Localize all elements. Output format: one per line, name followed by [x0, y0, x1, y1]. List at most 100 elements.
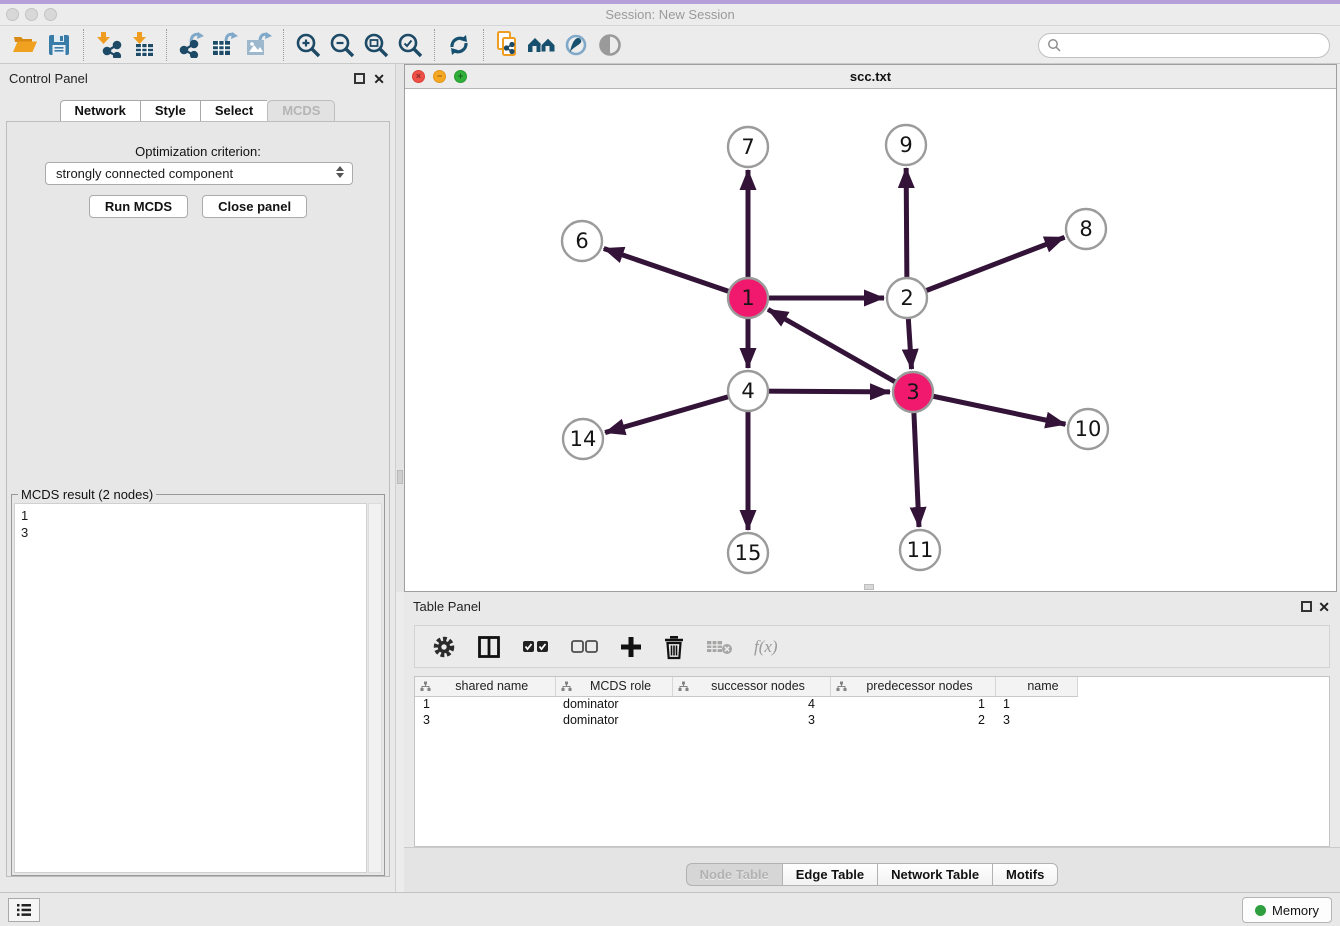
- import-network-icon: [95, 31, 122, 58]
- tab-motifs[interactable]: Motifs: [992, 863, 1058, 886]
- horizontal-splitter-grip[interactable]: [864, 584, 874, 590]
- network-canvas[interactable]: 7968124314101511: [405, 89, 1336, 591]
- graph-edge-4-14[interactable]: [605, 391, 748, 433]
- refresh-button[interactable]: [442, 29, 476, 61]
- mcds-result-list[interactable]: 1 3: [14, 503, 367, 873]
- zoom-fit-icon: [362, 31, 390, 59]
- search-input[interactable]: [1038, 33, 1330, 58]
- graph-node-label-3: 3: [906, 380, 919, 404]
- close-panel-icon[interactable]: ✕: [373, 71, 385, 88]
- tab-select[interactable]: Select: [200, 100, 267, 122]
- optimization-criterion-value: strongly connected component: [56, 166, 233, 181]
- column-header-predecessor-nodes[interactable]: predecessor nodes: [830, 677, 995, 696]
- cell-shared-name[interactable]: 1: [415, 696, 555, 712]
- cell-predecessor-nodes[interactable]: 1: [830, 696, 995, 712]
- graph-edge-3-1[interactable]: [768, 309, 913, 392]
- export-table-button[interactable]: [208, 29, 242, 61]
- toolbar-separator: [166, 29, 167, 61]
- toolbar-separator: [283, 29, 284, 61]
- vertical-splitter[interactable]: [396, 64, 404, 592]
- function-builder-icon[interactable]: f(x): [754, 637, 778, 657]
- column-header-shared-name[interactable]: shared name: [415, 677, 555, 696]
- clone-network-button[interactable]: [491, 29, 525, 61]
- search-icon: [1047, 38, 1062, 53]
- close-panel-button[interactable]: Close panel: [202, 195, 307, 218]
- column-header-mcds-role[interactable]: MCDS role: [555, 677, 672, 696]
- zoom-out-button[interactable]: [325, 29, 359, 61]
- export-image-button[interactable]: [242, 29, 276, 61]
- graph-node-label-7: 7: [741, 135, 754, 159]
- eye-button[interactable]: [593, 29, 627, 61]
- tab-network[interactable]: Network: [60, 100, 140, 122]
- import-network-button[interactable]: [91, 29, 125, 61]
- cell-successor-nodes[interactable]: 4: [672, 696, 830, 712]
- table-row[interactable]: 3 dominator 3 2 3: [415, 712, 1077, 728]
- table-row[interactable]: 1 dominator 4 1 1: [415, 696, 1077, 712]
- select-stepper-icon: [336, 166, 344, 178]
- select-all-columns-icon[interactable]: [521, 637, 551, 657]
- tab-network-table[interactable]: Network Table: [877, 863, 992, 886]
- graph-edge-3-10[interactable]: [913, 392, 1065, 424]
- cell-name[interactable]: 1: [995, 696, 1077, 712]
- mcds-result-scrollbar[interactable]: [368, 503, 382, 873]
- tab-edge-table[interactable]: Edge Table: [782, 863, 877, 886]
- export-network-button[interactable]: [174, 29, 208, 61]
- show-columns-icon[interactable]: [476, 634, 502, 660]
- mcds-button-row: Run MCDS Close panel: [7, 195, 389, 218]
- save-icon: [46, 32, 72, 58]
- column-header-successor-nodes[interactable]: successor nodes: [672, 677, 830, 696]
- table-panel-header: Table Panel ✕: [404, 592, 1340, 622]
- unselect-all-columns-icon[interactable]: [570, 637, 600, 657]
- export-table-icon: [211, 31, 239, 58]
- main-titlebar: Session: New Session: [0, 4, 1340, 26]
- float-panel-icon[interactable]: [354, 73, 365, 84]
- column-type-icon: [420, 681, 431, 692]
- graph-edge-2-8[interactable]: [907, 237, 1065, 298]
- tab-mcds[interactable]: MCDS: [267, 100, 335, 122]
- delete-table-icon[interactable]: [705, 637, 735, 657]
- zoom-selected-button[interactable]: [393, 29, 427, 61]
- zoom-in-button[interactable]: [291, 29, 325, 61]
- graph-edge-4-3[interactable]: [748, 391, 890, 392]
- graph-edge-1-6[interactable]: [604, 248, 748, 298]
- window-title: Session: New Session: [0, 7, 1340, 22]
- save-session-button[interactable]: [42, 29, 76, 61]
- vertical-splitter-grip[interactable]: [397, 470, 403, 484]
- graph-node-label-2: 2: [900, 286, 913, 310]
- delete-column-trash-icon[interactable]: [662, 634, 686, 660]
- mcds-result-group: MCDS result (2 nodes) 1 3: [11, 494, 385, 876]
- network-window-titlebar[interactable]: × − + scc.txt: [405, 65, 1336, 89]
- open-file-button[interactable]: [8, 29, 42, 61]
- mcds-result-title: MCDS result (2 nodes): [18, 487, 156, 502]
- zoom-selected-icon: [396, 31, 424, 59]
- cell-successor-nodes[interactable]: 3: [672, 712, 830, 728]
- graphics-details-button[interactable]: [559, 29, 593, 61]
- zoom-fit-button[interactable]: [359, 29, 393, 61]
- cell-mcds-role[interactable]: dominator: [555, 712, 672, 728]
- export-network-icon: [178, 31, 205, 58]
- float-table-panel-icon[interactable]: [1301, 601, 1312, 612]
- table-toolbar: f(x): [414, 625, 1330, 668]
- run-mcds-button[interactable]: Run MCDS: [89, 195, 188, 218]
- memory-button[interactable]: Memory: [1242, 897, 1332, 923]
- column-header-name[interactable]: name: [995, 677, 1077, 696]
- task-history-button[interactable]: [8, 898, 40, 922]
- tab-node-table[interactable]: Node Table: [686, 863, 782, 886]
- cell-name[interactable]: 3: [995, 712, 1077, 728]
- memory-status-icon: [1255, 905, 1266, 916]
- graph-node-label-11: 11: [907, 538, 934, 562]
- home-button[interactable]: [525, 29, 559, 61]
- cell-mcds-role[interactable]: dominator: [555, 696, 672, 712]
- import-table-button[interactable]: [125, 29, 159, 61]
- optimization-criterion-label: Optimization criterion:: [7, 144, 389, 159]
- close-table-panel-icon[interactable]: ✕: [1318, 599, 1330, 616]
- create-column-plus-icon[interactable]: [619, 635, 643, 659]
- graph-node-label-14: 14: [570, 427, 597, 451]
- zoom-out-icon: [328, 31, 356, 59]
- cell-shared-name[interactable]: 3: [415, 712, 555, 728]
- cell-predecessor-nodes[interactable]: 2: [830, 712, 995, 728]
- optimization-criterion-select[interactable]: strongly connected component: [45, 162, 353, 185]
- graph-node-label-15: 15: [735, 541, 762, 565]
- tab-style[interactable]: Style: [140, 100, 200, 122]
- table-settings-gear-icon[interactable]: [431, 634, 457, 660]
